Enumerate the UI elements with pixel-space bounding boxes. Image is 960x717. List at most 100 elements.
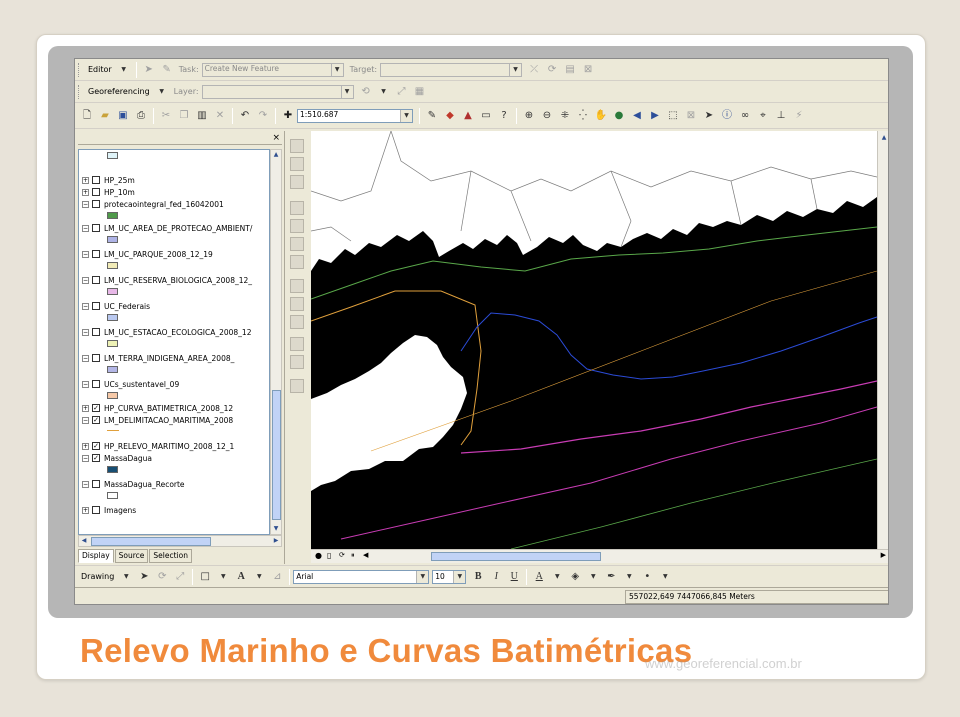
layer-label[interactable]: LM_UC_RESERVA_BIOLOGICA_2008_12_ xyxy=(104,276,252,285)
new-document-icon[interactable]: 🗋 xyxy=(79,108,95,124)
collapse-icon[interactable]: − xyxy=(82,302,89,310)
undo-icon[interactable]: ↶ xyxy=(237,108,253,124)
rotate-tool-icon[interactable]: ⟳ xyxy=(544,62,560,78)
add-data-icon[interactable]: ✚ xyxy=(280,108,296,124)
sketch-pencil-icon[interactable]: ✎ xyxy=(159,62,175,78)
fixed-zoom-out-icon[interactable]: ⁛ xyxy=(575,108,591,124)
layer-visibility-checkbox[interactable] xyxy=(92,354,100,362)
collapse-icon[interactable]: − xyxy=(82,454,89,462)
font-size-dropdown[interactable]: 10 ▼ xyxy=(432,569,467,584)
layer-visibility-checkbox[interactable] xyxy=(92,188,100,196)
flip-icon[interactable] xyxy=(290,297,304,311)
scroll-thumb[interactable] xyxy=(272,390,281,520)
tab-display[interactable]: Display xyxy=(78,549,114,563)
collapse-icon[interactable]: − xyxy=(82,480,89,488)
rectangle-tool-icon[interactable]: □ xyxy=(197,569,213,585)
update-georef-icon[interactable] xyxy=(290,279,304,293)
print-icon[interactable]: ⎙ xyxy=(133,108,149,124)
add-control-points-icon[interactable]: ⤢ xyxy=(394,84,410,100)
select-features-icon[interactable]: ⬚ xyxy=(665,108,681,124)
expand-icon[interactable]: + xyxy=(82,506,89,514)
toolbar-grip[interactable] xyxy=(78,84,81,99)
map-canvas[interactable] xyxy=(311,131,877,549)
rotate-icon[interactable]: ⟲ xyxy=(358,84,374,100)
attributes-icon[interactable]: ▤ xyxy=(562,62,578,78)
scroll-right-icon[interactable]: ▶ xyxy=(881,551,886,559)
drawing-menu[interactable]: Drawing xyxy=(81,572,114,581)
collapse-icon[interactable]: − xyxy=(82,200,89,208)
map-view[interactable] xyxy=(311,131,877,549)
select-elements-icon[interactable]: ➤ xyxy=(136,569,152,585)
collapse-icon[interactable]: − xyxy=(82,354,89,362)
layer-label[interactable]: LM_UC_ESTACAO_ECOLOGICA_2008_12 xyxy=(104,328,251,337)
add-control-point-icon[interactable] xyxy=(290,139,304,153)
layer-row[interactable]: − protecaointegral_fed_16042001 xyxy=(82,198,224,210)
layer-visibility-checkbox[interactable] xyxy=(92,328,100,336)
layer-visibility-checkbox[interactable] xyxy=(92,250,100,258)
open-folder-icon[interactable]: ▰ xyxy=(97,108,113,124)
chevron-down-icon[interactable]: ▼ xyxy=(621,569,637,585)
layer-label[interactable]: LM_TERRA_INDIGENA_AREA_2008_ xyxy=(104,354,234,363)
measure-icon[interactable]: ⊥ xyxy=(773,108,789,124)
layer-label[interactable]: Imagens xyxy=(104,506,136,515)
layer-label[interactable]: HP_RELEVO_MARITIMO_2008_12_1 xyxy=(104,442,234,451)
layer-row[interactable]: − LM_UC_ESTACAO_ECOLOGICA_2008_12 xyxy=(82,326,251,338)
map-horizontal-scrollbar[interactable]: ● ▯ ⟳ ⏸ ◀ ▶ xyxy=(311,549,888,563)
zoom-in-icon[interactable]: ⊕ xyxy=(521,108,537,124)
layer-row[interactable]: − LM_UC_PARQUE_2008_12_19 xyxy=(82,248,213,260)
find-binoculars-icon[interactable]: ∞ xyxy=(737,108,753,124)
italic-button[interactable]: I xyxy=(488,569,504,585)
refresh-icon[interactable]: ⟳ xyxy=(339,551,345,559)
chevron-down-icon[interactable]: ▼ xyxy=(376,84,392,100)
scroll-thumb[interactable] xyxy=(431,552,601,561)
layer-row[interactable]: − LM_UC_AREA_DE_PROTECAO_AMBIENT/ xyxy=(82,222,252,234)
layer-row[interactable]: + HP_10m xyxy=(82,186,135,198)
delete-icon[interactable]: ✕ xyxy=(212,108,228,124)
layer-label[interactable]: HP_25m xyxy=(104,176,135,185)
select-icon[interactable] xyxy=(290,337,304,351)
chevron-down-icon[interactable]: ▼ xyxy=(251,569,267,585)
layer-visibility-checkbox[interactable] xyxy=(92,200,100,208)
underline-button[interactable]: U xyxy=(506,569,522,585)
layer-visibility-checkbox[interactable]: ✓ xyxy=(92,442,100,450)
layer-visibility-checkbox[interactable] xyxy=(92,506,100,514)
expand-icon[interactable]: + xyxy=(82,176,89,184)
map-vertical-scrollbar[interactable]: ▲ xyxy=(877,131,888,549)
layer-label[interactable]: UC_Federais xyxy=(104,302,150,311)
layer-label[interactable]: LM_UC_PARQUE_2008_12_19 xyxy=(104,250,213,259)
rectify-icon[interactable] xyxy=(290,255,304,269)
settings-icon[interactable] xyxy=(290,355,304,369)
marker-color-icon[interactable]: • xyxy=(639,569,655,585)
map-scale-dropdown[interactable]: 1:510.687 ▼ xyxy=(297,108,413,123)
font-dropdown[interactable]: Arial ▼ xyxy=(293,569,430,584)
layer-label[interactable]: HP_CURVA_BATIMETRICA_2008_12 xyxy=(104,404,233,413)
layer-row[interactable]: + ✓ HP_RELEVO_MARITIMO_2008_12_1 xyxy=(82,440,234,452)
select-elements-icon[interactable]: ➤ xyxy=(701,108,717,124)
layer-visibility-checkbox[interactable] xyxy=(92,224,100,232)
layer-row[interactable]: − ✓ LM_DELIMITACAO_MARITIMA_2008 xyxy=(82,414,233,426)
toolbar-grip[interactable] xyxy=(78,62,81,77)
cut-icon[interactable]: ✂ xyxy=(158,108,174,124)
layer-row[interactable]: − LM_TERRA_INDIGENA_AREA_2008_ xyxy=(82,352,234,364)
chevron-down-icon[interactable]: ▼ xyxy=(549,569,565,585)
more-tools-icon[interactable] xyxy=(290,379,304,393)
scroll-up-icon[interactable]: ▲ xyxy=(879,133,888,143)
layer-visibility-checkbox[interactable] xyxy=(92,176,100,184)
link-table-icon[interactable]: ▦ xyxy=(412,84,428,100)
pan-hand-icon[interactable]: ✋ xyxy=(593,108,609,124)
layout-view-icon[interactable]: ▯ xyxy=(327,551,331,560)
layer-label[interactable]: protecaointegral_fed_16042001 xyxy=(104,200,224,209)
layer-label[interactable]: HP_10m xyxy=(104,188,135,197)
toc-vertical-scrollbar[interactable]: ▲ ▼ xyxy=(270,149,282,535)
scroll-thumb[interactable] xyxy=(91,537,211,546)
layer-visibility-checkbox[interactable] xyxy=(92,380,100,388)
hyperlink-icon[interactable]: ⚡ xyxy=(791,108,807,124)
rotate-element-icon[interactable]: ⟳ xyxy=(154,569,170,585)
save-icon[interactable]: ▣ xyxy=(115,108,131,124)
fixed-zoom-in-icon[interactable]: ⁜ xyxy=(557,108,573,124)
tab-selection[interactable]: Selection xyxy=(149,549,192,563)
sketch-properties-icon[interactable]: ⊠ xyxy=(580,62,596,78)
chevron-down-icon[interactable]: ▼ xyxy=(116,62,132,78)
layer-visibility-checkbox[interactable]: ✓ xyxy=(92,454,100,462)
expand-icon[interactable]: + xyxy=(82,404,89,412)
